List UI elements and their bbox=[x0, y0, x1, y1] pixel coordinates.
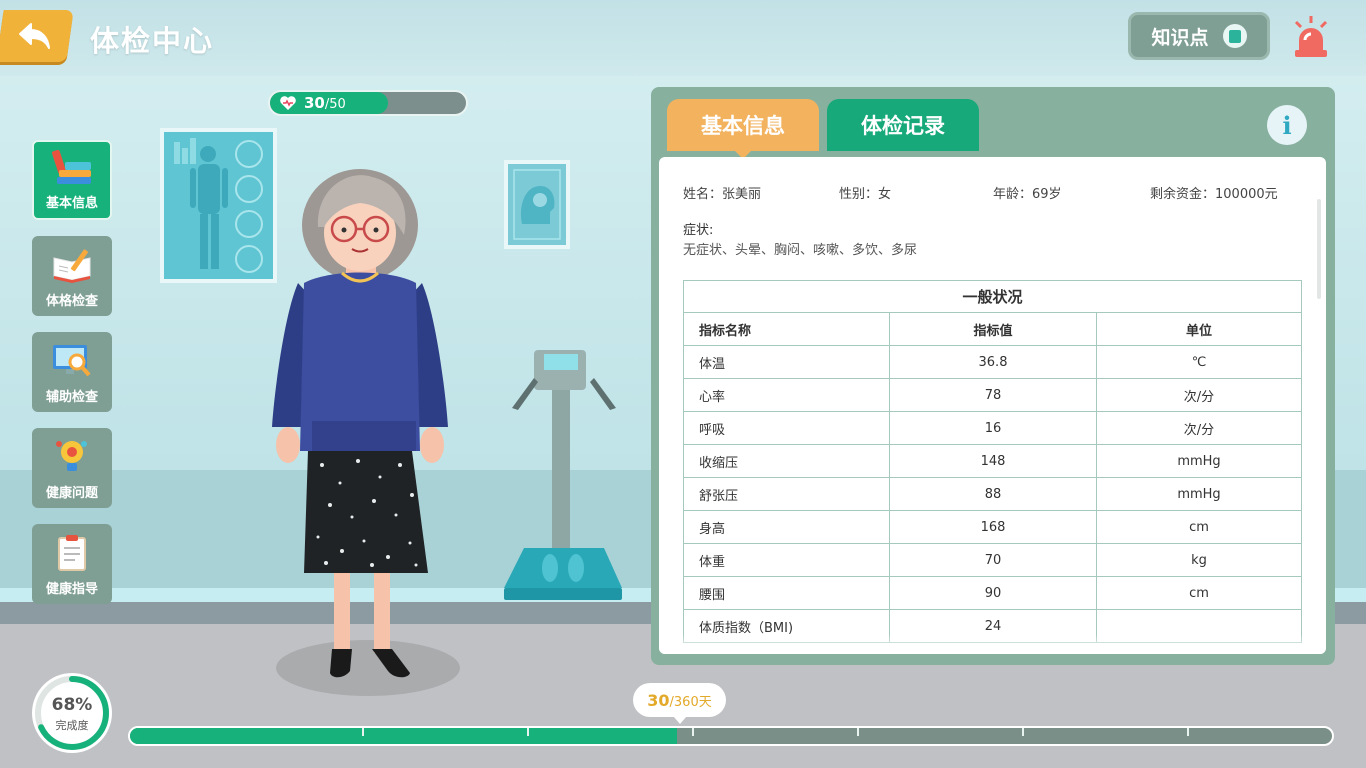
symptom-list: 无症状、头晕、胸闷、咳嗽、多饮、多尿 bbox=[683, 243, 918, 258]
row-indicator-name: 身高 bbox=[683, 510, 890, 544]
patient-gender: 性别：女 bbox=[839, 187, 892, 202]
back-button[interactable] bbox=[0, 10, 74, 62]
row-indicator-name: 体重 bbox=[683, 543, 890, 577]
row-unit: ℃ bbox=[1096, 345, 1302, 379]
timeline-tick bbox=[1187, 728, 1189, 736]
row-indicator-value: 16 bbox=[889, 411, 1097, 445]
menu-label: 基本信息 bbox=[45, 196, 98, 211]
heart-icon bbox=[280, 96, 296, 110]
timeline-tick bbox=[527, 728, 529, 736]
row-unit: 次/分 bbox=[1096, 378, 1302, 412]
patient-character[interactable] bbox=[260, 165, 480, 695]
scroll-fade bbox=[659, 634, 1326, 654]
knowledge-label: 知识点 bbox=[1151, 26, 1209, 49]
alarm-siren-icon[interactable] bbox=[1290, 14, 1332, 60]
menu-health-guidance[interactable]: 健康指导 bbox=[32, 524, 112, 604]
page-title: 体检中心 bbox=[90, 24, 215, 58]
row-indicator-value: 36.8 bbox=[889, 345, 1097, 379]
hp-current: 30 bbox=[304, 94, 325, 112]
book-icon bbox=[1222, 24, 1247, 48]
row-unit: 次/分 bbox=[1096, 411, 1302, 445]
row-unit: kg bbox=[1096, 543, 1302, 577]
info-button[interactable]: i bbox=[1267, 105, 1307, 145]
patient-age: 年龄：69岁 bbox=[993, 187, 1062, 202]
table-row: 舒张压 88 mmHg bbox=[683, 477, 1302, 511]
day-total: /360天 bbox=[669, 694, 712, 710]
health-points-bar: 30/50 bbox=[268, 90, 468, 116]
info-panel: 基本信息 体检记录 i 姓名：张美丽 性别：女 年龄：69岁 剩余资金：1000… bbox=[651, 87, 1335, 665]
menu-label: 辅助检查 bbox=[45, 390, 98, 405]
back-arrow-icon bbox=[19, 23, 50, 49]
row-unit: mmHg bbox=[1096, 477, 1302, 511]
row-indicator-value: 90 bbox=[889, 576, 1097, 610]
patient-funds: 剩余资金：100000元 bbox=[1150, 187, 1278, 202]
hp-max: /50 bbox=[324, 97, 346, 112]
timeline-tick bbox=[362, 728, 364, 736]
symptom-title: 症状: bbox=[683, 223, 714, 238]
row-indicator-name: 腰围 bbox=[683, 576, 890, 610]
row-indicator-value: 88 bbox=[889, 477, 1097, 511]
menu-auxiliary-exam[interactable]: 辅助检查 bbox=[32, 332, 112, 412]
row-unit: cm bbox=[1096, 576, 1302, 610]
row-indicator-value: 70 bbox=[889, 543, 1097, 577]
row-indicator-value: 148 bbox=[889, 444, 1097, 478]
row-indicator-name: 体温 bbox=[683, 345, 890, 379]
table-row: 体重 70 kg bbox=[683, 543, 1302, 577]
brain-poster bbox=[504, 160, 570, 249]
completion-percent: 68% bbox=[51, 695, 93, 715]
timeline-tick bbox=[857, 728, 859, 736]
tab-basic-info[interactable]: 基本信息 bbox=[667, 99, 819, 159]
row-indicator-value: 78 bbox=[889, 378, 1097, 412]
menu-basic-info[interactable]: 基本信息 bbox=[32, 140, 112, 220]
timeline-tick bbox=[1022, 728, 1024, 736]
menu-physical-exam[interactable]: 体格检查 bbox=[32, 236, 112, 316]
menu-label: 体格检查 bbox=[45, 294, 98, 309]
body-composition-scale bbox=[504, 350, 622, 600]
table-row: 收缩压 148 mmHg bbox=[683, 444, 1302, 478]
row-indicator-name: 舒张压 bbox=[683, 477, 890, 511]
row-unit: cm bbox=[1096, 510, 1302, 544]
row-unit: mmHg bbox=[1096, 444, 1302, 478]
day-current: 30 bbox=[647, 690, 670, 710]
patient-name: 姓名：张美丽 bbox=[683, 187, 762, 202]
table-row: 体温 36.8 ℃ bbox=[683, 345, 1302, 379]
notebook-icon bbox=[53, 249, 91, 283]
lightbulb-icon bbox=[56, 441, 87, 471]
row-indicator-name: 收缩压 bbox=[683, 444, 890, 478]
timeline-tick bbox=[692, 728, 694, 736]
health-points-text: 30/50 bbox=[304, 94, 346, 112]
row-indicator-value: 168 bbox=[889, 510, 1097, 544]
table-header-row: 指标名称 指标值 单位 bbox=[683, 312, 1302, 346]
clipboard-icon bbox=[58, 535, 86, 571]
header-unit: 单位 bbox=[1096, 312, 1302, 346]
table-row: 腰围 90 cm bbox=[683, 576, 1302, 610]
timeline-fill bbox=[130, 728, 677, 744]
completion-label: 完成度 bbox=[55, 719, 89, 732]
day-timeline bbox=[128, 726, 1334, 746]
table-row: 身高 168 cm bbox=[683, 510, 1302, 544]
header-indicator-value: 指标值 bbox=[889, 312, 1097, 346]
info-icon: i bbox=[1282, 110, 1292, 140]
monitor-magnifier-icon bbox=[53, 345, 91, 377]
scrollbar[interactable] bbox=[1317, 199, 1321, 299]
day-counter: 30/360天 bbox=[633, 683, 726, 724]
books-icon bbox=[52, 149, 91, 184]
table-caption: 一般状况 bbox=[683, 280, 1302, 313]
row-indicator-name: 呼吸 bbox=[683, 411, 890, 445]
menu-health-problems[interactable]: 健康问题 bbox=[32, 428, 112, 508]
menu-label: 健康问题 bbox=[45, 486, 98, 501]
general-status-table: 一般状况 指标名称 指标值 单位 体温 36.8 ℃ 心率 78 次/分 呼吸 16 次/分 收缩… bbox=[683, 280, 1302, 643]
row-indicator-name: 心率 bbox=[683, 378, 890, 412]
table-row: 心率 78 次/分 bbox=[683, 378, 1302, 412]
completion-ring: 68% 完成度 bbox=[32, 673, 112, 753]
menu-label: 健康指导 bbox=[45, 582, 98, 597]
knowledge-button[interactable]: 知识点 bbox=[1128, 12, 1270, 60]
header-indicator-name: 指标名称 bbox=[683, 312, 890, 346]
panel-content[interactable]: 姓名：张美丽 性别：女 年龄：69岁 剩余资金：100000元 症状: 无症状、… bbox=[659, 157, 1326, 654]
tab-exam-records[interactable]: 体检记录 bbox=[827, 99, 979, 151]
table-row: 呼吸 16 次/分 bbox=[683, 411, 1302, 445]
side-menu: 基本信息 体格检查 辅助检查 健康问题 健康指导 bbox=[32, 140, 112, 620]
